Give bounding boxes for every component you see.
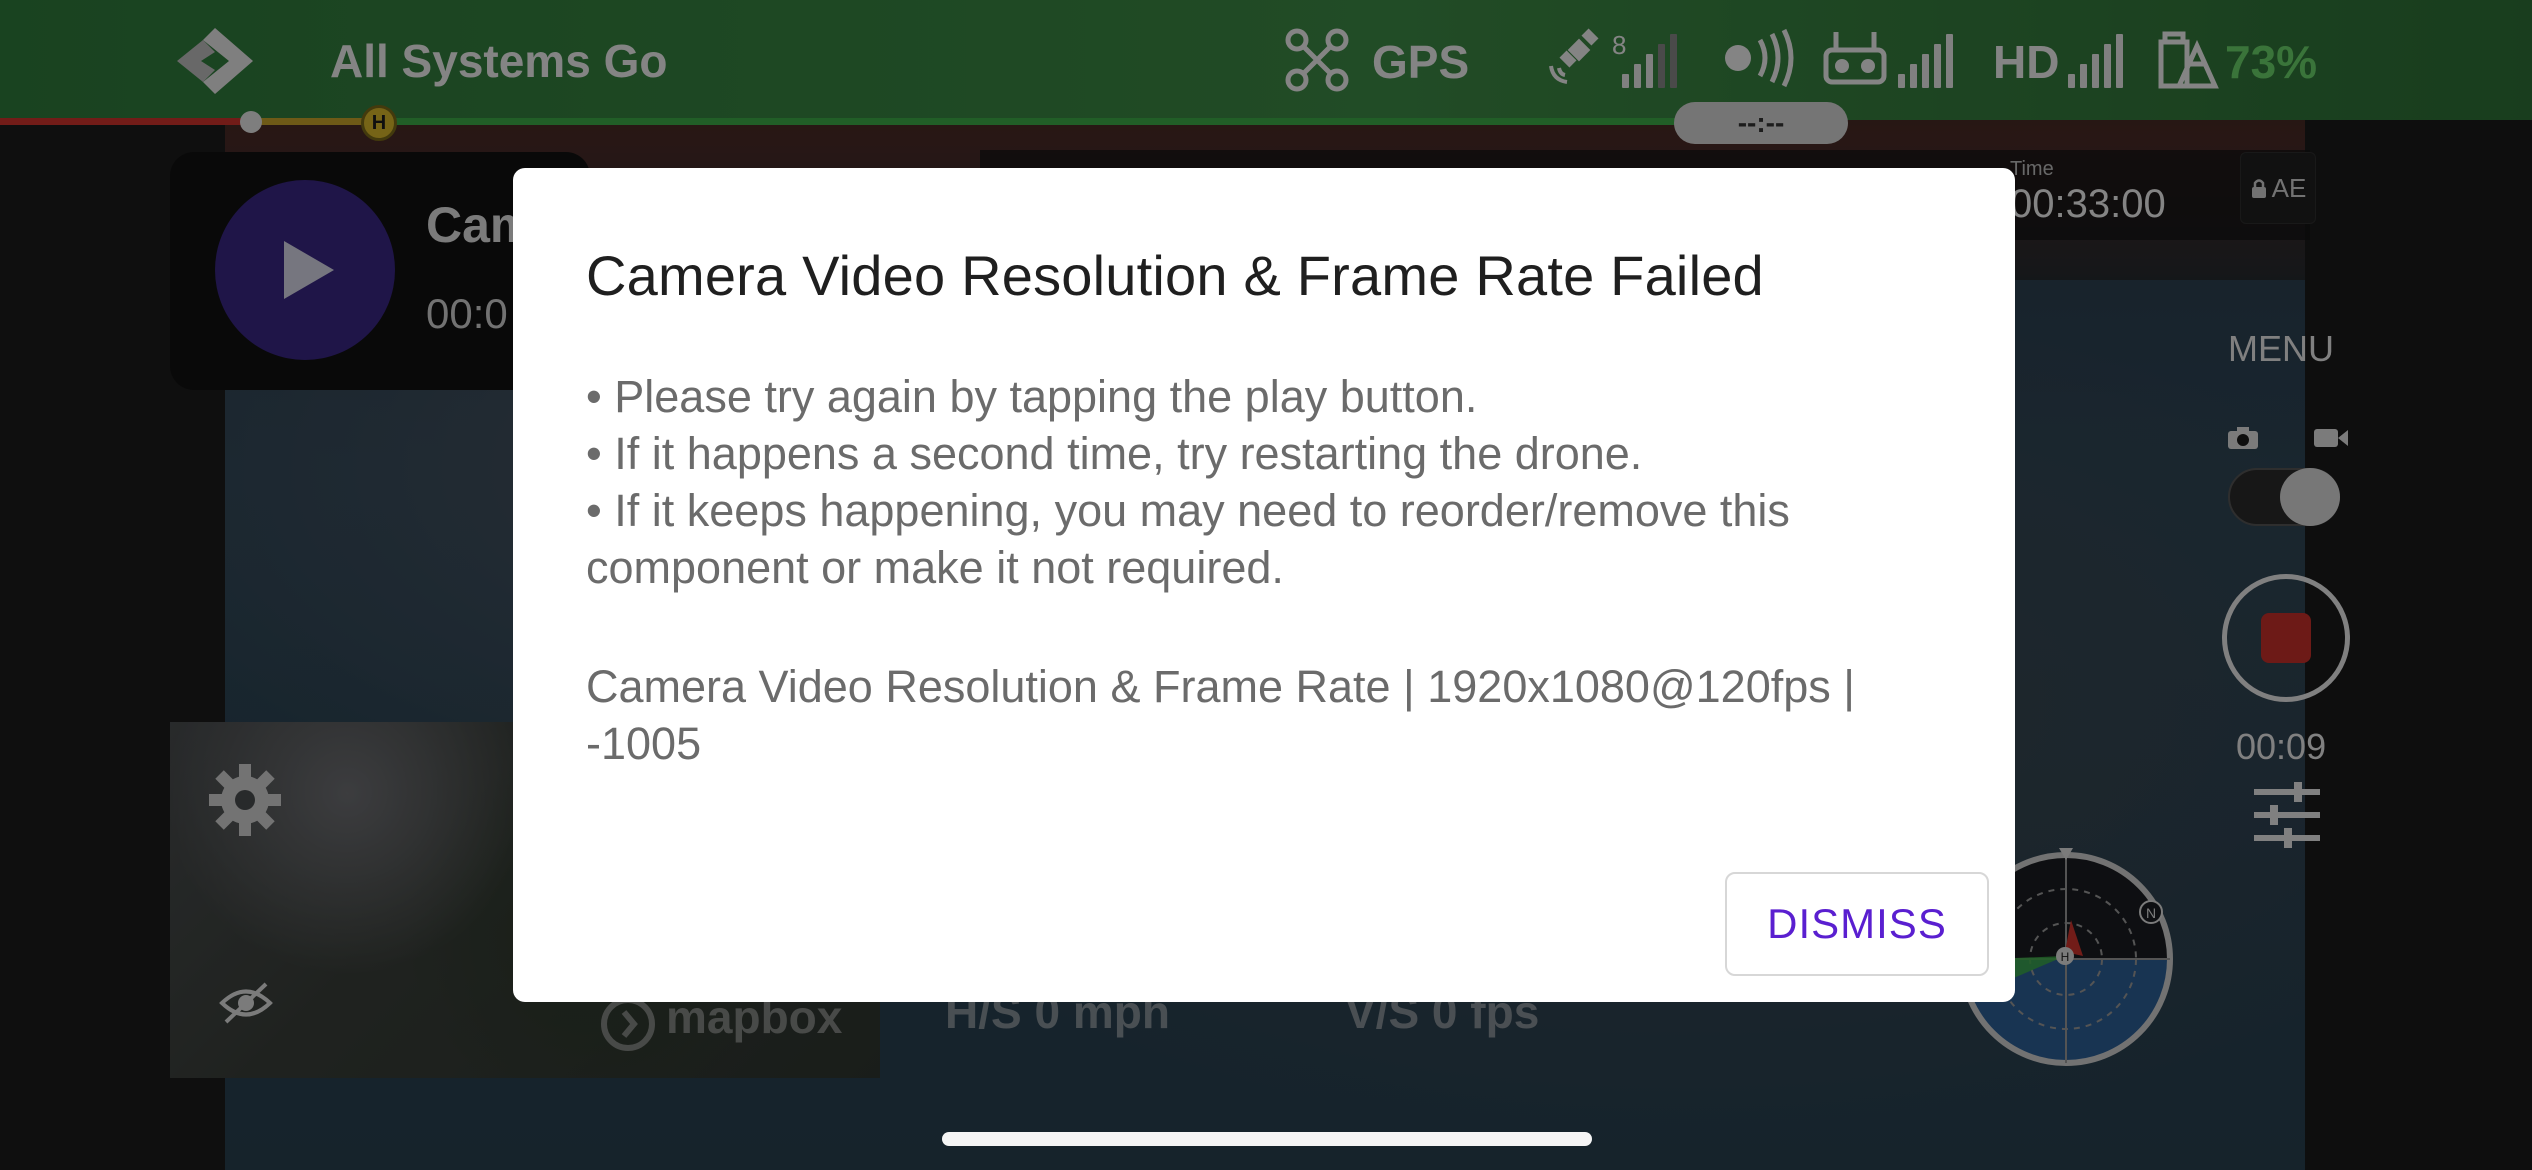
home-indicator[interactable] — [942, 1132, 1592, 1146]
dialog-title: Camera Video Resolution & Frame Rate Fai… — [586, 244, 1764, 307]
error-dialog: Camera Video Resolution & Frame Rate Fai… — [513, 168, 2015, 1002]
dialog-bullet-list: • Please try again by tapping the play b… — [586, 368, 1966, 596]
dialog-bullet: • If it keeps happening, you may need to… — [586, 485, 1790, 593]
dialog-bullet: • Please try again by tapping the play b… — [586, 371, 1478, 422]
dismiss-button[interactable]: DISMISS — [1725, 872, 1989, 976]
dialog-error-detail: Camera Video Resolution & Frame Rate | 1… — [586, 661, 1855, 769]
dialog-bullet: • If it happens a second time, try resta… — [586, 428, 1643, 479]
